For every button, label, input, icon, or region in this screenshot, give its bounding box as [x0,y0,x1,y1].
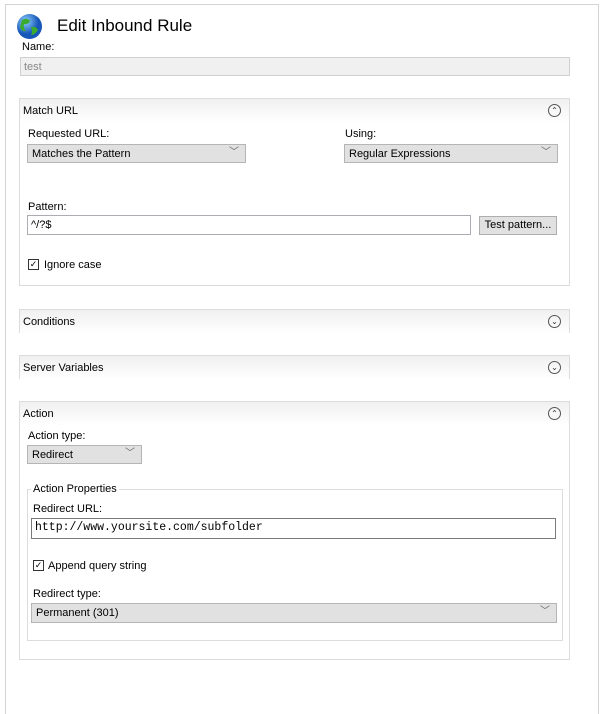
match-url-header[interactable]: Match URL ⌃ [20,99,569,123]
redirect-url-input[interactable]: http://www.yoursite.com/subfolder [31,518,556,539]
append-query-label: Append query string [48,560,147,572]
server-variables-title: Server Variables [23,362,104,374]
pattern-input[interactable]: ^/?$ [27,215,471,235]
expand-icon[interactable]: ⌄ [548,315,561,328]
name-label: Name: [22,41,55,53]
action-type-value: Redirect [32,449,73,461]
append-query-checkbox[interactable]: ✓ [33,560,44,571]
chevron-down-icon: ﹀ [541,147,551,158]
ignore-case-label: Ignore case [44,259,102,271]
globe-icon [17,14,42,39]
server-variables-panel[interactable]: Server Variables ⌄ [19,355,570,380]
conditions-panel[interactable]: Conditions ⌄ [19,309,570,334]
requested-url-value: Matches the Pattern [32,148,131,160]
name-input[interactable]: test [20,57,570,76]
test-pattern-button[interactable]: Test pattern... [479,216,557,235]
redirect-type-label: Redirect type: [33,588,101,600]
ignore-case-checkbox[interactable]: ✓ [28,259,39,270]
action-properties-legend: Action Properties [31,483,119,496]
action-header[interactable]: Action ⌃ [20,402,569,426]
using-select[interactable]: Regular Expressions ﹀ [344,144,558,163]
action-title: Action [23,408,54,420]
page-title: Edit Inbound Rule [57,16,193,35]
conditions-title: Conditions [23,316,75,328]
using-value: Regular Expressions [349,148,451,160]
action-type-label: Action type: [28,430,86,442]
chevron-down-icon: ﹀ [229,147,239,158]
requested-url-label: Requested URL: [28,128,110,140]
pattern-label: Pattern: [28,201,67,213]
requested-url-select[interactable]: Matches the Pattern ﹀ [27,144,246,163]
redirect-type-value: Permanent (301) [36,607,119,619]
redirect-type-select[interactable]: Permanent (301) ﹀ [31,603,557,623]
match-url-title: Match URL [23,105,79,117]
expand-icon[interactable]: ⌄ [548,361,561,374]
redirect-url-label: Redirect URL: [33,503,103,515]
chevron-down-icon: ﹀ [540,606,550,617]
using-label: Using: [345,128,377,140]
collapse-icon[interactable]: ⌃ [548,407,561,420]
action-type-select[interactable]: Redirect ﹀ [27,445,142,464]
chevron-down-icon: ﹀ [125,448,135,459]
collapse-icon[interactable]: ⌃ [548,104,561,117]
match-url-panel: Match URL ⌃ [19,98,570,286]
